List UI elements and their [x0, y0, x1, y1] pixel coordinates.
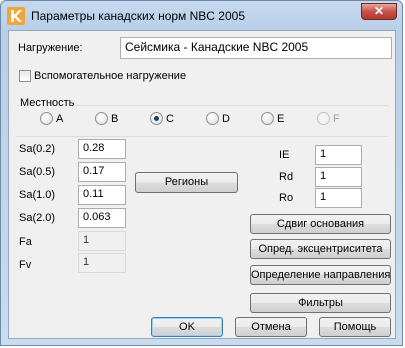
- sa02-input[interactable]: 0.28: [78, 139, 126, 159]
- terrain-option-d-label: D: [222, 113, 230, 125]
- fa-value: 1: [78, 231, 126, 251]
- terrain-radio-b[interactable]: [95, 112, 108, 125]
- terrain-radio-f: [317, 112, 330, 125]
- dialog-body: Нагружение: Сейсмика - Канадские NBC 200…: [8, 30, 396, 339]
- dialog-window: Параметры канадских норм NBC 2005 ✕ Нагр…: [0, 0, 403, 346]
- sa20-label: Sa(2.0): [19, 212, 56, 224]
- eccentricity-button[interactable]: Опред. эксцентриситета: [250, 239, 391, 259]
- sa10-label: Sa(1.0): [19, 189, 56, 201]
- terrain-option-b-label: B: [111, 113, 119, 125]
- direction-button[interactable]: Определение направления: [250, 265, 391, 285]
- terrain-radio-a[interactable]: [40, 112, 53, 125]
- window-title: Параметры канадских норм NBC 2005: [31, 9, 246, 23]
- ro-label: Ro: [279, 192, 294, 204]
- terrain-radio-d[interactable]: [206, 112, 219, 125]
- close-icon: ✕: [373, 4, 385, 18]
- close-button[interactable]: ✕: [361, 3, 397, 20]
- app-logo-icon: [7, 7, 25, 25]
- sa05-input[interactable]: 0.17: [78, 162, 126, 182]
- terrain-radio-c[interactable]: [150, 112, 163, 125]
- sa02-label: Sa(0.2): [19, 143, 56, 155]
- ro-input[interactable]: 1: [315, 188, 362, 208]
- ie-label: IE: [279, 149, 290, 161]
- fv-label: Fv: [19, 259, 32, 271]
- terrain-radio-e[interactable]: [261, 112, 274, 125]
- rd-label: Rd: [279, 171, 294, 183]
- filters-button[interactable]: Фильтры: [250, 293, 391, 313]
- cancel-button[interactable]: Отмена: [235, 317, 307, 337]
- regions-button[interactable]: Регионы: [135, 172, 238, 193]
- sa05-label: Sa(0.5): [19, 166, 56, 178]
- terrain-label: Местность: [19, 97, 76, 109]
- ie-input[interactable]: 1: [315, 145, 362, 165]
- load-name-input[interactable]: Сейсмика - Канадские NBC 2005: [120, 37, 392, 59]
- ok-button[interactable]: OK: [151, 317, 223, 337]
- sa10-input[interactable]: 0.11: [78, 185, 126, 205]
- fa-label: Fa: [19, 236, 32, 248]
- rd-input[interactable]: 1: [315, 167, 362, 187]
- base-shift-button[interactable]: Сдвиг основания: [250, 214, 391, 234]
- aux-load-checkbox[interactable]: [19, 70, 31, 82]
- load-label: Нагружение:: [18, 42, 83, 54]
- terrain-option-c-label: C: [166, 113, 174, 125]
- terrain-option-a-label: A: [56, 113, 64, 125]
- sa20-input[interactable]: 0.063: [78, 208, 126, 228]
- fv-value: 1: [78, 253, 126, 273]
- help-button[interactable]: Помощь: [319, 317, 391, 337]
- terrain-option-f-label: F: [333, 113, 340, 125]
- title-bar[interactable]: Параметры канадских норм NBC 2005 ✕: [1, 1, 402, 31]
- aux-load-label: Вспомогательное нагружение: [34, 70, 187, 82]
- terrain-option-e-label: E: [277, 113, 285, 125]
